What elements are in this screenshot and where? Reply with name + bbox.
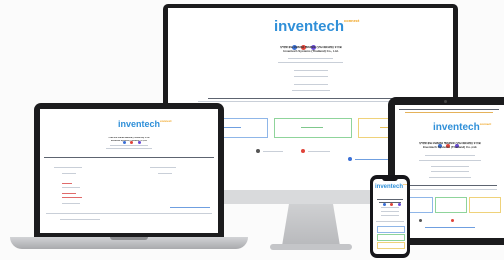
info-line (294, 70, 328, 71)
imac-stand (282, 204, 340, 246)
line-icon[interactable] (397, 203, 401, 206)
macbook-logo: inventechconnect (118, 119, 172, 129)
info-line (294, 76, 328, 77)
form-label (62, 187, 80, 188)
required-label (62, 197, 82, 198)
info-line (292, 90, 330, 91)
youtube-icon[interactable] (390, 203, 394, 206)
option-label (308, 151, 330, 152)
form-label (150, 167, 176, 168)
status-card[interactable] (274, 118, 352, 138)
info-line (110, 145, 148, 146)
info-line (431, 166, 469, 167)
help-icon[interactable] (348, 157, 352, 161)
info-line (431, 171, 469, 172)
imac-company-th: บริษัท อินเวนท์เทค ซิสเท็มส์ (ประเทศไทย)… (280, 46, 342, 49)
status-card[interactable] (435, 197, 467, 213)
footer-line (60, 219, 100, 220)
section-divider (44, 157, 214, 158)
macbook-notch (110, 237, 148, 240)
info-line (429, 177, 471, 178)
notice-line (403, 185, 497, 186)
ipad-company-en: Inventech Systems (Thailand) Co.,Ltd. (422, 146, 478, 149)
record-icon[interactable] (301, 149, 305, 153)
notice-line (208, 98, 413, 99)
title-line (377, 199, 403, 200)
imac-logo: inventechconnect (274, 18, 360, 35)
macbook-company-en: Inventech Systems (Thailand) Co.,Ltd. (110, 140, 148, 142)
info-line (381, 215, 399, 216)
imac-company-en: Inventech Systems (Thailand) Co., Ltd. (283, 50, 339, 53)
document-card[interactable] (377, 242, 405, 249)
notice-line (403, 189, 497, 190)
macbook-screen: inventechconnect บริษัท อินเวนท์เทค ซิสเ… (40, 109, 218, 233)
imac-stand-foot (270, 244, 352, 250)
facebook-icon[interactable] (383, 203, 386, 206)
info-line (381, 211, 399, 212)
info-line (419, 160, 481, 161)
iphone-screen: inventechconnect (373, 179, 407, 254)
info-line (278, 62, 343, 63)
form-label (54, 167, 82, 168)
status-card[interactable] (377, 234, 405, 241)
ipad-logo: inventechconnect (433, 122, 492, 133)
document-card[interactable] (469, 197, 501, 213)
banner-line (405, 112, 493, 113)
required-label (62, 193, 76, 194)
title-line (379, 202, 401, 203)
iphone-logo: inventechconnect (375, 184, 407, 190)
info-line (294, 84, 328, 85)
address-bar[interactable] (399, 109, 499, 110)
footer-line (46, 213, 212, 214)
ipad-screen: inventechconnect บริษัท อินเวนท์เทค ซิสเ… (395, 105, 504, 238)
info-line (106, 148, 152, 149)
ipad-company-th: บริษัท อินเวนท์เทค ซิสเท็มส์ (ประเทศไทย)… (419, 142, 481, 145)
form-label (158, 173, 172, 174)
radio-icon[interactable] (419, 219, 422, 222)
camera-icon (444, 100, 447, 103)
macbook-company-th: บริษัท อินเวนท์เทค ซิสเท็มส์ (ประเทศไทย)… (108, 137, 150, 139)
iphone-notch (382, 178, 398, 181)
required-label (62, 183, 72, 184)
record-icon[interactable] (451, 219, 454, 222)
notice-line (376, 221, 404, 222)
register-card[interactable] (377, 226, 405, 233)
info-line (381, 207, 399, 208)
radio-icon[interactable] (256, 149, 260, 153)
help-link[interactable] (425, 227, 475, 228)
info-line (288, 58, 333, 59)
card-label (301, 127, 323, 128)
info-line (425, 155, 475, 156)
form-label (62, 203, 80, 204)
form-label (62, 173, 76, 174)
option-label (263, 151, 283, 152)
next-link[interactable] (170, 207, 210, 208)
